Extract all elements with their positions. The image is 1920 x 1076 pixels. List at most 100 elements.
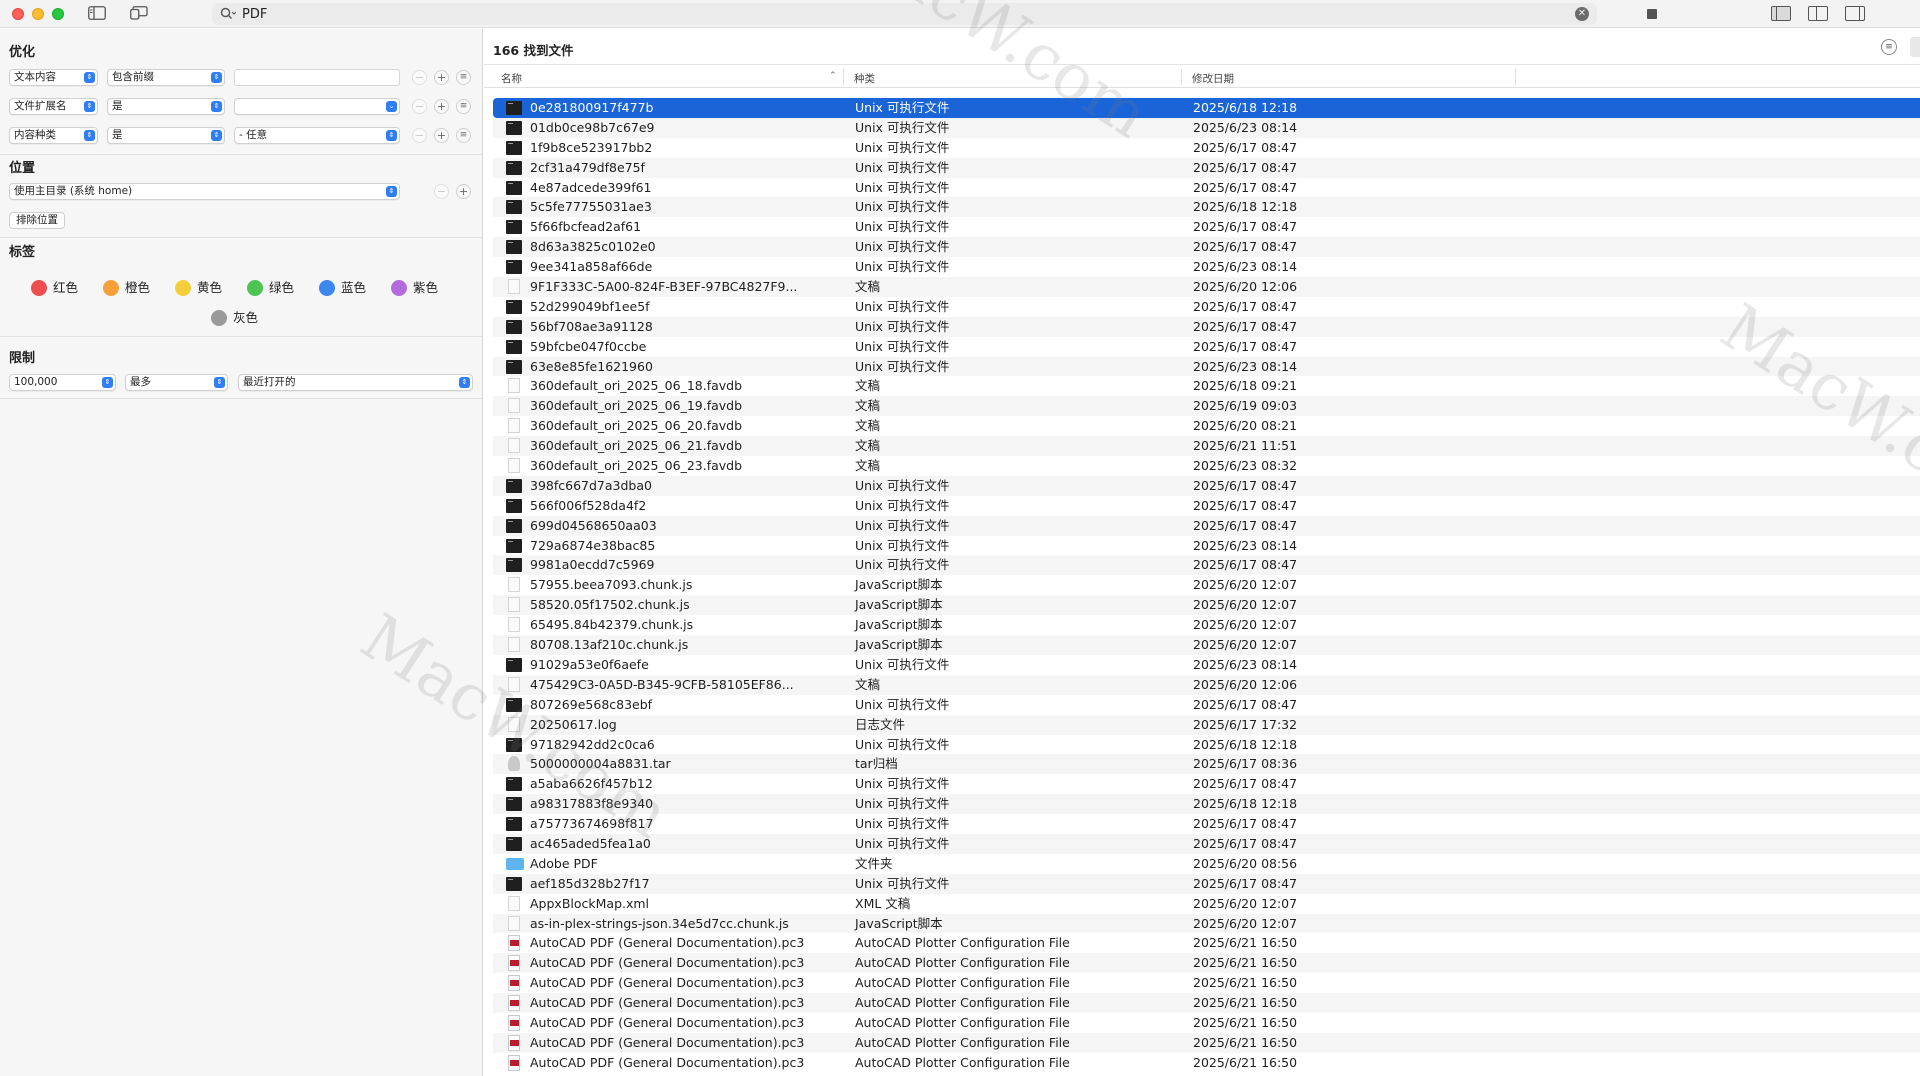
file-row[interactable]: 5000000004a8831.tar tar归档 2025/6/17 08:36	[493, 754, 1920, 775]
file-row[interactable]: aef185d328b27f17 Unix 可执行文件 2025/6/17 08:4…	[493, 873, 1920, 894]
file-row[interactable]: as-in-plex-strings-json.34e5d7cc.chunk.j…	[493, 913, 1920, 934]
executable-file-icon	[506, 319, 522, 334]
remove-criteria-button[interactable]: −	[412, 128, 427, 143]
file-row[interactable]: 398fc667d7a3dba0 Unix 可执行文件 2025/6/17 08:4…	[493, 475, 1920, 496]
exclude-location-button[interactable]: 排除位置	[9, 212, 65, 229]
file-row[interactable]: 65495.84b42379.chunk.js JavaScript脚本 2025/…	[493, 615, 1920, 635]
file-row[interactable]: 1f9b8ce523917bb2 Unix 可执行文件 2025/6/17 08:4…	[493, 138, 1920, 158]
preview-toggle-icon[interactable]	[130, 6, 148, 20]
file-row[interactable]: 0e281800917f477b Unix 可执行文件 2025/6/18 12:1…	[493, 98, 1920, 118]
file-name: 80708.13af210c.chunk.js	[530, 637, 689, 653]
file-row[interactable]: 360default_ori_2025_06_18.favdb 文稿 2025/6/…	[493, 376, 1920, 396]
file-row[interactable]: 360default_ori_2025_06_20.favdb 文稿 2025/6/…	[493, 416, 1920, 436]
add-criteria-button[interactable]: +	[434, 70, 449, 85]
remove-criteria-button[interactable]: −	[412, 70, 427, 85]
add-criteria-button[interactable]: +	[434, 99, 449, 114]
file-row[interactable]: 56bf708ae3a91128 Unix 可执行文件 2025/6/17 08:4…	[493, 316, 1920, 337]
zoom-window-button[interactable]	[52, 8, 64, 20]
file-row[interactable]: AutoCAD PDF (General Documentation).pc3 A…	[493, 953, 1920, 974]
file-row[interactable]: Adobe PDF 文件夹 2025/6/20 08:56	[493, 854, 1920, 874]
layout-right-panel-icon[interactable]	[1845, 6, 1865, 21]
file-row[interactable]: 20250617.log 日志文件 2025/6/17 17:32	[493, 714, 1920, 735]
criteria-options-button[interactable]: ≡	[456, 70, 471, 85]
filter-icon[interactable]: ≡	[1881, 39, 1897, 55]
sort-ascending-icon[interactable]: ⌃	[829, 71, 837, 81]
file-row[interactable]: 58520.05f17502.chunk.js JavaScript脚本 2025/…	[493, 595, 1920, 616]
search-input[interactable]: PDF	[242, 7, 267, 22]
criteria-operator-select-3[interactable]: 是 ⇕	[107, 127, 225, 144]
file-row[interactable]: 566f006f528da4f2 Unix 可执行文件 2025/6/17 08:4…	[493, 496, 1920, 516]
criteria-value-input-1[interactable]	[234, 69, 400, 86]
file-row[interactable]: 97182942dd2c0ca6 Unix 可执行文件 2025/6/18 12:1…	[493, 735, 1920, 755]
file-row[interactable]: 475429C3-0A5D-B345-9CFB-58105EF86... 文稿 20…	[493, 674, 1920, 695]
file-row[interactable]: AutoCAD PDF (General Documentation).pc3 A…	[493, 1032, 1920, 1053]
add-location-button[interactable]: +	[456, 184, 471, 199]
file-modified-date: 2025/6/17 08:47	[1193, 139, 1298, 155]
file-row[interactable]: AutoCAD PDF (General Documentation).pc3 A…	[493, 933, 1920, 953]
file-row[interactable]: 360default_ori_2025_06_21.favdb 文稿 2025/6/…	[493, 436, 1920, 457]
file-row[interactable]: 5c5fe77755031ae3 Unix 可执行文件 2025/6/18 12:1…	[493, 197, 1920, 218]
location-scope-select[interactable]: 使用主目录 (系统 home) ⇕	[9, 183, 400, 200]
remove-location-button[interactable]: −	[434, 184, 449, 199]
file-row[interactable]: 57955.beea7093.chunk.js JavaScript脚本 2025/…	[493, 575, 1920, 595]
file-row[interactable]: 360default_ori_2025_06_23.favdb 文稿 2025/6/…	[493, 456, 1920, 476]
file-row[interactable]: 80708.13af210c.chunk.js JavaScript脚本 2025/…	[493, 635, 1920, 655]
file-row[interactable]: 699d04568650aa03 Unix 可执行文件 2025/6/17 08:4…	[493, 515, 1920, 536]
criteria-attribute-select-2[interactable]: 文件扩展名 ⇕	[9, 98, 98, 115]
add-criteria-button[interactable]: +	[434, 128, 449, 143]
criteria-attribute-select-1[interactable]: 文本内容 ⇕	[9, 69, 98, 86]
file-row[interactable]: 807269e568c83ebf Unix 可执行文件 2025/6/17 08:4…	[493, 695, 1920, 715]
file-row[interactable]: 8d63a3825c0102e0 Unix 可执行文件 2025/6/17 08:4…	[493, 237, 1920, 258]
column-kind[interactable]: 种类	[854, 71, 875, 86]
file-row[interactable]: a5aba6626f457b12 Unix 可执行文件 2025/6/17 08:4…	[493, 774, 1920, 794]
criteria-options-button[interactable]: ≡	[456, 99, 471, 114]
sidebar-toggle-icon[interactable]	[88, 6, 106, 20]
file-row[interactable]: 52d299049bf1ee5f Unix 可执行文件 2025/6/17 08:4…	[493, 297, 1920, 317]
file-row[interactable]: 91029a53e0f6aefe Unix 可执行文件 2025/6/23 08:1…	[493, 655, 1920, 675]
minimize-window-button[interactable]	[32, 8, 44, 20]
file-row[interactable]: 4e87adcede399f61 Unix 可执行文件 2025/6/17 08:4…	[493, 178, 1920, 198]
search-icon[interactable]	[220, 7, 236, 21]
criteria-options-button[interactable]: ≡	[456, 128, 471, 143]
file-row[interactable]: 9981a0ecdd7c5969 Unix 可执行文件 2025/6/17 08:4…	[493, 555, 1920, 576]
criteria-operator-select-1[interactable]: 包含前缀 ⇕	[107, 69, 225, 86]
limit-count-select[interactable]: 100,000 ⇕	[9, 374, 116, 391]
file-row[interactable]: 9F1F333C-5A00-824F-B3EF-97BC4827F9... 文稿 2…	[493, 277, 1920, 297]
file-row[interactable]: AutoCAD PDF (General Documentation).pc3 A…	[493, 1013, 1920, 1033]
file-row[interactable]: 729a6874e38bac85 Unix 可执行文件 2025/6/23 08:1…	[493, 536, 1920, 556]
remove-criteria-button[interactable]: −	[412, 99, 427, 114]
file-row[interactable]: 360default_ori_2025_06_19.favdb 文稿 2025/6/…	[493, 396, 1920, 417]
column-separator[interactable]	[843, 69, 844, 85]
close-window-button[interactable]	[12, 8, 24, 20]
file-modified-date: 2025/6/21 16:50	[1193, 975, 1298, 991]
stop-search-icon[interactable]	[1647, 9, 1657, 19]
file-row[interactable]: AutoCAD PDF (General Documentation).pc3 A…	[493, 1053, 1920, 1073]
file-row[interactable]: 63e8e85fe1621960 Unix 可执行文件 2025/6/23 08:1…	[493, 356, 1920, 377]
column-date[interactable]: 修改日期	[1192, 71, 1234, 86]
file-row[interactable]: AutoCAD PDF (General Documentation).pc3 A…	[493, 993, 1920, 1013]
criteria-value-select-3[interactable]: - 任意 ⇕	[234, 127, 400, 144]
file-row[interactable]: 2cf31a479df8e75f Unix 可执行文件 2025/6/17 08:4…	[493, 157, 1920, 178]
criteria-value-select-2[interactable]: ⌄	[234, 98, 400, 115]
layout-split-icon[interactable]	[1808, 6, 1828, 21]
file-row[interactable]: ac465aded5fea1a0 Unix 可执行文件 2025/6/17 08:4…	[493, 833, 1920, 854]
limit-order-select[interactable]: 最近打开的 ⇕	[238, 374, 473, 391]
search-bar[interactable]: PDF ✕	[212, 3, 1597, 25]
column-separator[interactable]	[1515, 69, 1516, 85]
clear-search-icon[interactable]: ✕	[1575, 7, 1589, 21]
file-row[interactable]: AutoCAD PDF (General Documentation).pc3 A…	[493, 973, 1920, 993]
limit-mode-select[interactable]: 最多 ⇕	[125, 374, 228, 391]
file-row[interactable]: 5f66fbcfead2af61 Unix 可执行文件 2025/6/17 08:4…	[493, 217, 1920, 237]
file-row[interactable]: a75773674698f817 Unix 可执行文件 2025/6/17 08:4…	[493, 814, 1920, 834]
layout-left-panel-icon[interactable]	[1771, 6, 1791, 21]
file-row[interactable]: 59bfcbe047f0ccbe Unix 可执行文件 2025/6/17 08:4…	[493, 337, 1920, 357]
column-name[interactable]: 名称	[501, 71, 522, 86]
criteria-operator-select-2[interactable]: 是 ⇕	[107, 98, 225, 115]
file-row[interactable]: 9ee341a858af66de Unix 可执行文件 2025/6/23 08:1…	[493, 257, 1920, 277]
panel-edge-tab[interactable]	[1910, 37, 1920, 57]
file-row[interactable]: AppxBlockMap.xml XML 文稿 2025/6/20 12:07	[493, 894, 1920, 914]
column-separator[interactable]	[1181, 69, 1182, 85]
file-row[interactable]: 01db0ce98b7c67e9 Unix 可执行文件 2025/6/23 08:1…	[493, 117, 1920, 138]
criteria-attribute-select-3[interactable]: 内容种类 ⇕	[9, 127, 98, 144]
file-row[interactable]: a98317883f8e9340 Unix 可执行文件 2025/6/18 12:1…	[493, 794, 1920, 815]
